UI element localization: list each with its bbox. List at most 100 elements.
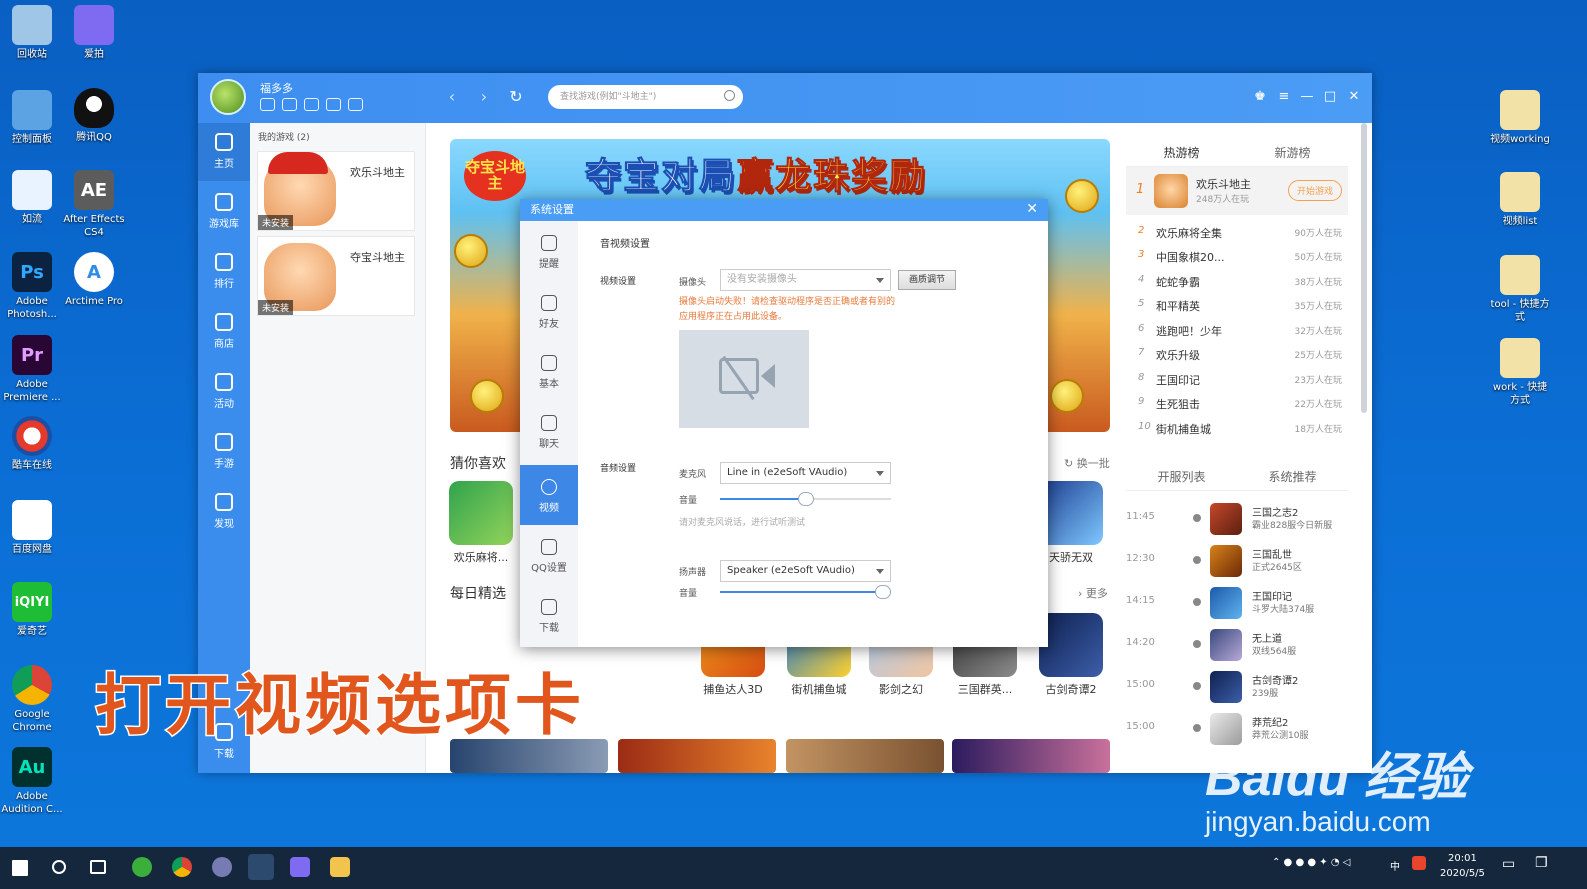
tray-icons[interactable]: ⌃ ● ● ● ✦ ◔ ◁ <box>1272 857 1350 868</box>
message-icon[interactable] <box>260 98 275 111</box>
sidebar-item-activity[interactable]: 活动 <box>198 363 250 421</box>
app-green-icon[interactable] <box>132 857 152 877</box>
tab-chat[interactable]: 聊天 <box>520 401 578 461</box>
desktop-icon-control-panel[interactable]: 控制面板 <box>0 90 64 146</box>
tab-new[interactable]: 新游榜 <box>1237 139 1348 166</box>
tab-basic[interactable]: 基本 <box>520 341 578 401</box>
speaker-select[interactable]: Speaker (e2eSoft VAudio) <box>720 560 891 582</box>
mic-select[interactable]: Line in (e2eSoft VAudio) <box>720 462 891 484</box>
search-input[interactable]: 查找游戏(例如"斗地主") <box>548 85 743 109</box>
rank-row[interactable]: 2 欢乐麻将全集 90万人在玩 <box>1126 221 1348 245</box>
quality-adjust-button[interactable]: 画质调节 <box>898 270 956 290</box>
task-view-icon[interactable] <box>90 860 106 874</box>
close-icon[interactable]: ✕ <box>1026 201 1038 217</box>
camera-select[interactable]: 没有安装摄像头 <box>720 269 891 291</box>
desktop-icon-photoshop[interactable]: Ps Adobe Photosh... <box>0 252 64 321</box>
search-icon[interactable] <box>52 860 66 874</box>
sidebar-item-mobile[interactable]: 手游 <box>198 423 250 481</box>
avatar[interactable] <box>210 79 246 115</box>
bag-icon[interactable] <box>304 98 319 111</box>
scrollbar[interactable] <box>1361 123 1367 413</box>
desktop-icon-iqiyi[interactable]: iQIYI 爱奇艺 <box>0 582 64 638</box>
desktop-icon-video-working[interactable]: 视频working <box>1488 90 1552 146</box>
promo-strip[interactable] <box>618 739 776 773</box>
desktop-icon-baidu-netdisk[interactable]: 百度网盘 <box>0 500 64 556</box>
rank-top-item[interactable]: 1 欢乐斗地主 248万人在玩 开始游戏 <box>1126 167 1348 215</box>
rank-row[interactable]: 9 生死狙击 22万人在玩 <box>1126 392 1348 416</box>
desktop-icon-video-list[interactable]: 视频list <box>1488 172 1552 228</box>
slider-knob[interactable] <box>875 585 891 599</box>
tab-video[interactable]: 视频 <box>520 465 578 525</box>
sidebar-item-discover[interactable]: 发现 <box>198 483 250 541</box>
check-icon[interactable] <box>282 98 297 111</box>
promo-strip[interactable] <box>786 739 944 773</box>
system-clock[interactable]: 20:01 2020/5/5 <box>1440 851 1485 881</box>
tab-reminder[interactable]: 提醒 <box>520 221 578 281</box>
desktop-icon-after-effects[interactable]: AE After Effects CS4 <box>62 170 126 239</box>
back-icon[interactable]: ‹ <box>442 88 462 108</box>
username[interactable]: 福多多 <box>260 80 293 96</box>
desktop-icon-arctime[interactable]: A Arctime Pro <box>62 252 126 308</box>
forward-icon[interactable]: › <box>474 88 494 108</box>
my-game-card[interactable]: 欢乐斗地主 未安装 <box>257 151 415 231</box>
rank-row[interactable]: 5 和平精英 35万人在玩 <box>1126 294 1348 318</box>
my-game-card[interactable]: 夺宝斗地主 未安装 <box>257 236 415 316</box>
more-link[interactable]: › 更多 <box>1078 585 1108 601</box>
game-tile[interactable]: 欢乐麻将... <box>446 481 516 565</box>
mic-volume-slider[interactable] <box>720 492 891 506</box>
server-row[interactable]: 14:20 无上道 双线564服 <box>1126 625 1348 667</box>
sidebar-item-library[interactable]: 游戏库 <box>198 183 250 241</box>
tab-download[interactable]: 下载 <box>520 585 578 645</box>
tab-friends[interactable]: 好友 <box>520 281 578 341</box>
edit-icon[interactable] <box>326 98 341 111</box>
desktop-icon-recycle-bin[interactable]: 回收站 <box>0 5 64 61</box>
menu-icon[interactable]: ≡ <box>1276 89 1292 104</box>
desktop-icon-ruliu[interactable]: 如流 <box>0 170 64 226</box>
show-desktop-icon[interactable]: ❐ <box>1535 855 1548 871</box>
slider-knob[interactable] <box>797 492 814 506</box>
desktop-icon-tool-shortcut[interactable]: tool - 快捷方式 <box>1488 255 1552 324</box>
server-row[interactable]: 11:45 三国之志2 霸业828服今日新服 <box>1126 499 1348 541</box>
tab-recommend[interactable]: 系统推荐 <box>1237 463 1348 490</box>
speaker-volume-slider[interactable] <box>720 585 891 599</box>
maximize-icon[interactable]: □ <box>1322 89 1338 104</box>
chrome-icon[interactable] <box>172 857 192 877</box>
desktop-icon-premiere[interactable]: Pr Adobe Premiere ... <box>0 335 64 404</box>
aipai-icon[interactable] <box>290 857 310 877</box>
notification-icon[interactable]: ▭ <box>1502 856 1515 872</box>
rank-row[interactable]: 3 中国象棋20... 50万人在玩 <box>1126 245 1348 269</box>
desktop-icon-kuche[interactable]: 酷车在线 <box>0 416 64 472</box>
server-row[interactable]: 14:15 王国印记 斗罗大陆374服 <box>1126 583 1348 625</box>
refresh-icon[interactable]: ↻ <box>506 88 526 108</box>
rank-row[interactable]: 7 欢乐升级 25万人在玩 <box>1126 343 1348 367</box>
desktop-icon-audition[interactable]: Au Adobe Audition C... <box>0 747 64 816</box>
ime-indicator[interactable]: 中 <box>1390 858 1400 873</box>
rank-row[interactable]: 4 蛇蛇争霸 38万人在玩 <box>1126 270 1348 294</box>
sidebar-item-ranking[interactable]: 排行 <box>198 243 250 301</box>
file-explorer-icon[interactable] <box>330 857 350 877</box>
sogou-icon[interactable] <box>1412 856 1426 870</box>
server-row[interactable]: 12:30 三国乱世 正式2645区 <box>1126 541 1348 583</box>
tab-hot[interactable]: 热游榜 <box>1126 139 1237 166</box>
php-icon[interactable] <box>212 857 232 877</box>
refresh-batch-button[interactable]: ↻ 换一批 <box>1064 455 1110 471</box>
rank-row[interactable]: 8 王国印记 23万人在玩 <box>1126 368 1348 392</box>
windows-start-icon[interactable] <box>12 860 28 876</box>
sidebar-item-home[interactable]: 主页 <box>198 123 250 181</box>
search-icon[interactable] <box>724 90 735 101</box>
qq-game-icon[interactable] <box>248 854 274 880</box>
minimize-icon[interactable]: — <box>1299 89 1315 104</box>
server-row[interactable]: 15:00 古剑奇谭2 239服 <box>1126 667 1348 709</box>
close-icon[interactable]: ✕ <box>1346 89 1362 104</box>
sidebar-item-store[interactable]: 商店 <box>198 303 250 361</box>
desktop-icon-aipai[interactable]: 爱拍 <box>62 5 126 61</box>
tab-qq-settings[interactable]: QQ设置 <box>520 525 578 585</box>
skin-icon[interactable]: ♚ <box>1252 89 1268 104</box>
promo-strip[interactable] <box>952 739 1110 773</box>
tab-server-list[interactable]: 开服列表 <box>1126 463 1237 490</box>
friends-icon[interactable] <box>348 98 363 111</box>
rank-row[interactable]: 6 逃跑吧！少年 32万人在玩 <box>1126 319 1348 343</box>
desktop-icon-qq[interactable]: 腾讯QQ <box>62 88 126 144</box>
desktop-icon-work-shortcut[interactable]: work - 快捷方式 <box>1488 338 1552 407</box>
desktop-icon-chrome[interactable]: Google Chrome <box>0 665 64 734</box>
